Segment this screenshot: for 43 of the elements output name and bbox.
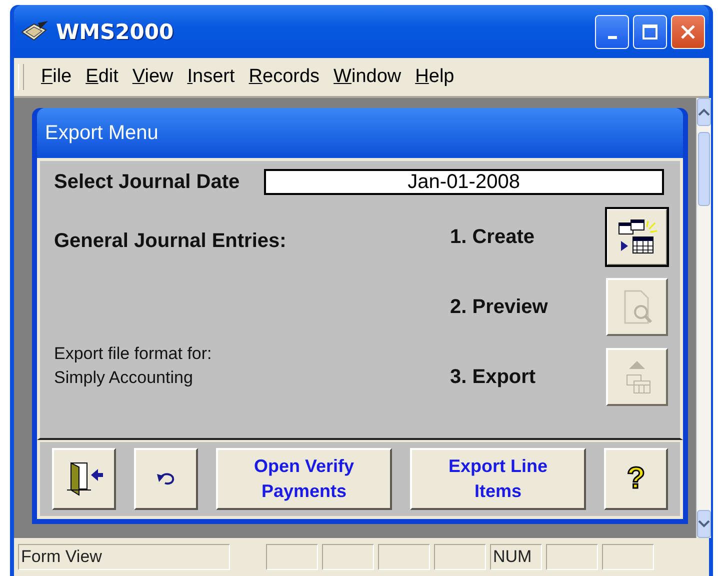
minimize-icon [608,36,616,39]
menu-item[interactable]: Edit [78,66,126,88]
step-label: 1. Create [450,226,536,248]
chevron-up-icon [698,108,710,116]
step-label: 2. Preview [450,296,549,318]
minimize-button[interactable] [595,14,629,48]
undo-icon [155,471,177,487]
maximize-button[interactable] [633,14,667,48]
close-icon [680,24,696,40]
close-button[interactable] [671,14,705,48]
scroll-down-button[interactable] [697,510,711,538]
menu-item[interactable]: Insert [180,66,242,88]
maximize-icon [642,24,658,40]
menu-item[interactable]: File [34,66,79,88]
status-indicator: NUM [490,544,542,570]
status-panel [434,544,486,570]
menu-item[interactable]: Window [326,66,408,88]
menu-item[interactable]: Records [242,66,327,88]
status-panel [602,544,654,570]
status-text: Form View [18,544,230,570]
action-button[interactable]: Export Line Items [410,448,586,510]
status-panel [378,544,430,570]
date-field[interactable]: Jan-01-2008 [264,169,664,195]
status-panel [322,544,374,570]
step-label: 3. Export [450,366,537,388]
step-button[interactable] [606,208,668,266]
status-panel [266,544,318,570]
app-icon [20,20,50,44]
form-title: Export Menu [37,108,683,158]
format-note: Export file format for: Simply Accounting [54,343,213,390]
vertical-scrollbar[interactable] [696,98,711,538]
status-panel [546,544,598,570]
menu-item[interactable]: View [125,66,180,88]
field-label: Select Journal Date [54,170,240,194]
window-title: WMS2000 [56,20,174,44]
action-button[interactable]: Open Verify Payments [216,448,392,510]
scroll-up-button[interactable] [697,98,711,126]
menu-item[interactable]: Help [408,66,462,88]
scroll-thumb[interactable] [698,132,710,206]
section-label: General Journal Entries: [54,230,288,253]
undo-button[interactable] [134,448,198,510]
chevron-down-icon [698,520,710,528]
exit-button[interactable] [52,448,116,510]
